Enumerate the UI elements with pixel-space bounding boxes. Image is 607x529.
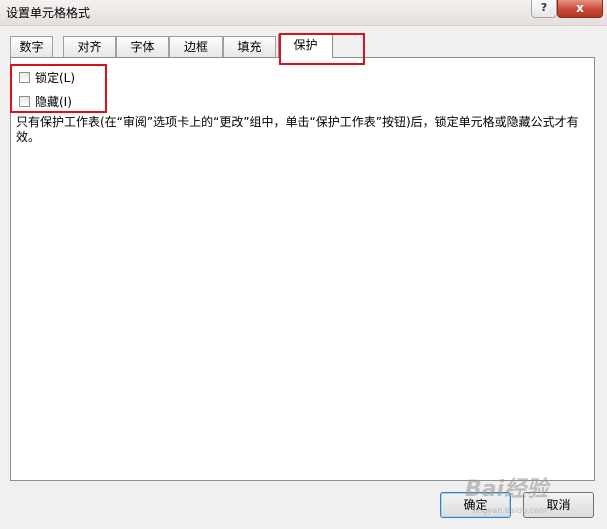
format-cells-dialog: 设置单元格格式 ? x 数字 对齐 字体 边框 填充 保护 锁定(L) 隐藏(I… bbox=[0, 0, 607, 529]
locked-option[interactable]: 锁定(L) bbox=[19, 68, 75, 86]
tab-alignment[interactable]: 对齐 bbox=[63, 36, 116, 57]
tab-protection[interactable]: 保护 bbox=[278, 34, 333, 58]
ok-button[interactable]: 确定 bbox=[440, 492, 511, 518]
hidden-label[interactable]: 隐藏(I) bbox=[35, 93, 72, 110]
protection-description: 只有保护工作表(在“审阅”选项卡上的“更改”组中，单击“保护工作表”按钮)后，锁… bbox=[16, 115, 579, 144]
tab-number[interactable]: 数字 bbox=[10, 36, 53, 57]
locked-checkbox[interactable] bbox=[19, 71, 30, 83]
locked-label[interactable]: 锁定(L) bbox=[35, 69, 75, 86]
help-button[interactable]: ? bbox=[531, 0, 557, 18]
cancel-button[interactable]: 取消 bbox=[523, 492, 594, 518]
close-button[interactable]: x bbox=[557, 0, 603, 18]
tab-strip: 数字 对齐 字体 边框 填充 保护 bbox=[10, 34, 590, 58]
hidden-checkbox[interactable] bbox=[19, 95, 30, 107]
protection-panel: 锁定(L) 隐藏(I) 只有保护工作表(在“审阅”选项卡上的“更改”组中，单击“… bbox=[10, 57, 595, 481]
hidden-option[interactable]: 隐藏(I) bbox=[19, 92, 72, 110]
tab-border[interactable]: 边框 bbox=[169, 36, 223, 57]
tab-fill[interactable]: 填充 bbox=[223, 36, 276, 57]
title-bar[interactable]: 设置单元格格式 ? x bbox=[0, 0, 607, 26]
dialog-title: 设置单元格格式 bbox=[6, 6, 91, 20]
tab-font[interactable]: 字体 bbox=[116, 36, 169, 57]
